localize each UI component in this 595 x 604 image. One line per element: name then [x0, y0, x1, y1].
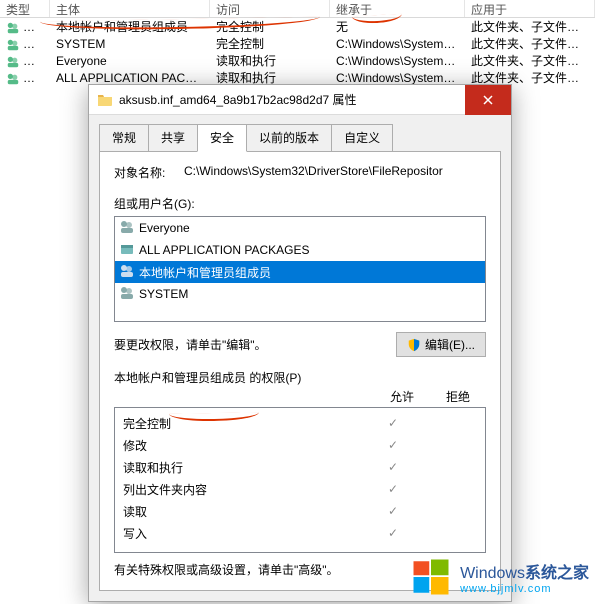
shield-icon	[407, 338, 421, 352]
principal-name: SYSTEM	[139, 287, 188, 301]
background-acl-table: 类型 主体 访问 继承于 应用于 允许 本地帐户和管理员组成员 完全控制 无 此…	[0, 0, 595, 86]
allow-check-icon: ✓	[365, 416, 421, 430]
permission-name: 写入	[123, 525, 365, 542]
permission-name: 修改	[123, 437, 365, 454]
permission-name: 完全控制	[123, 417, 171, 431]
col-inherit: 继承于	[330, 0, 465, 17]
windows-logo-icon	[410, 556, 452, 598]
dialog-title: aksusb.inf_amd64_8a9b17b2ac98d2d7 属性	[119, 91, 465, 108]
allow-check-icon: ✓	[365, 438, 421, 452]
annotation-underline	[169, 412, 259, 422]
tab-general[interactable]: 常规	[99, 124, 149, 152]
edit-button[interactable]: 编辑(E)...	[396, 332, 486, 357]
edit-hint: 要更改权限，请单击"编辑"。	[114, 336, 396, 353]
principal-name: 本地帐户和管理员组成员	[139, 264, 271, 281]
acl-row[interactable]: 允许 Everyone 读取和执行 C:\Windows\System32\Dr…	[0, 52, 595, 69]
col-apply: 应用于	[465, 0, 595, 17]
folder-icon	[97, 92, 113, 108]
users-icon	[119, 263, 135, 279]
acl-row[interactable]: 允许 本地帐户和管理员组成员 完全控制 无 此文件夹、子文件夹和文件	[0, 18, 595, 35]
acl-header-row: 类型 主体 访问 继承于 应用于	[0, 0, 595, 18]
properties-dialog: aksusb.inf_amd64_8a9b17b2ac98d2d7 属性 常规 …	[88, 84, 512, 602]
user-icon	[6, 38, 20, 52]
tab-strip: 常规 共享 安全 以前的版本 自定义	[99, 123, 501, 151]
allow-check-icon: ✓	[365, 526, 421, 540]
principal-name: ALL APPLICATION PACKAGES	[139, 243, 310, 257]
security-panel: 对象名称: C:\Windows\System32\DriverStore\Fi…	[99, 151, 501, 591]
permission-row: 修改 ✓	[115, 434, 485, 456]
close-icon	[483, 95, 493, 105]
group-users-label: 组或用户名(G):	[114, 195, 486, 212]
principal-name: Everyone	[139, 221, 190, 235]
users-icon	[119, 285, 135, 301]
permission-name: 读取	[123, 503, 365, 520]
object-name-label: 对象名称:	[114, 164, 184, 181]
permission-name: 读取和执行	[123, 459, 365, 476]
permission-row: 列出文件夹内容 ✓	[115, 478, 485, 500]
permission-row: 写入 ✓	[115, 522, 485, 544]
edit-button-label: 编辑(E)...	[425, 336, 475, 353]
allow-check-icon: ✓	[365, 482, 421, 496]
principal-item[interactable]: SYSTEM	[115, 283, 485, 305]
user-icon	[6, 55, 20, 69]
deny-header: 拒绝	[430, 388, 486, 405]
principals-listbox[interactable]: Everyone ALL APPLICATION PACKAGES 本地帐户和管…	[114, 216, 486, 322]
tab-security[interactable]: 安全	[197, 124, 247, 152]
allow-check-icon: ✓	[365, 460, 421, 474]
permission-row: 完全控制 ✓	[115, 412, 485, 434]
principal-item[interactable]: Everyone	[115, 217, 485, 239]
package-icon	[119, 241, 135, 257]
users-icon	[119, 219, 135, 235]
acl-row[interactable]: 允许 SYSTEM 完全控制 C:\Windows\System32\Dr...…	[0, 35, 595, 52]
allow-check-icon: ✓	[365, 504, 421, 518]
permissions-list[interactable]: 完全控制 ✓ 修改 ✓ 读取和执行 ✓ 列出文件夹内容 ✓ 读取 ✓ 写入 ✓	[114, 407, 486, 553]
object-name-value: C:\Windows\System32\DriverStore\FileRepo…	[184, 164, 486, 181]
col-type: 类型	[0, 0, 50, 17]
user-icon	[6, 72, 20, 86]
user-icon	[6, 21, 20, 35]
tab-sharing[interactable]: 共享	[148, 124, 198, 152]
permission-row: 读取和执行 ✓	[115, 456, 485, 478]
watermark: Windows系统之家 www.bjjmlv.com	[410, 556, 589, 598]
permissions-for-label: 本地帐户和管理员组成员 的权限(P)	[114, 369, 486, 386]
allow-header: 允许	[374, 388, 430, 405]
watermark-url: www.bjjmlv.com	[460, 583, 589, 595]
permission-row: 读取 ✓	[115, 500, 485, 522]
close-button[interactable]	[465, 85, 511, 115]
watermark-suffix: 系统之家	[525, 565, 589, 582]
tab-customize[interactable]: 自定义	[331, 124, 393, 152]
watermark-brand: Windows	[460, 565, 525, 582]
titlebar[interactable]: aksusb.inf_amd64_8a9b17b2ac98d2d7 属性	[89, 85, 511, 115]
col-access: 访问	[210, 0, 330, 17]
permission-name: 列出文件夹内容	[123, 481, 365, 498]
tab-previous[interactable]: 以前的版本	[246, 124, 332, 152]
col-principal: 主体	[50, 0, 210, 17]
principal-item-selected[interactable]: 本地帐户和管理员组成员	[115, 261, 485, 283]
principal-item[interactable]: ALL APPLICATION PACKAGES	[115, 239, 485, 261]
